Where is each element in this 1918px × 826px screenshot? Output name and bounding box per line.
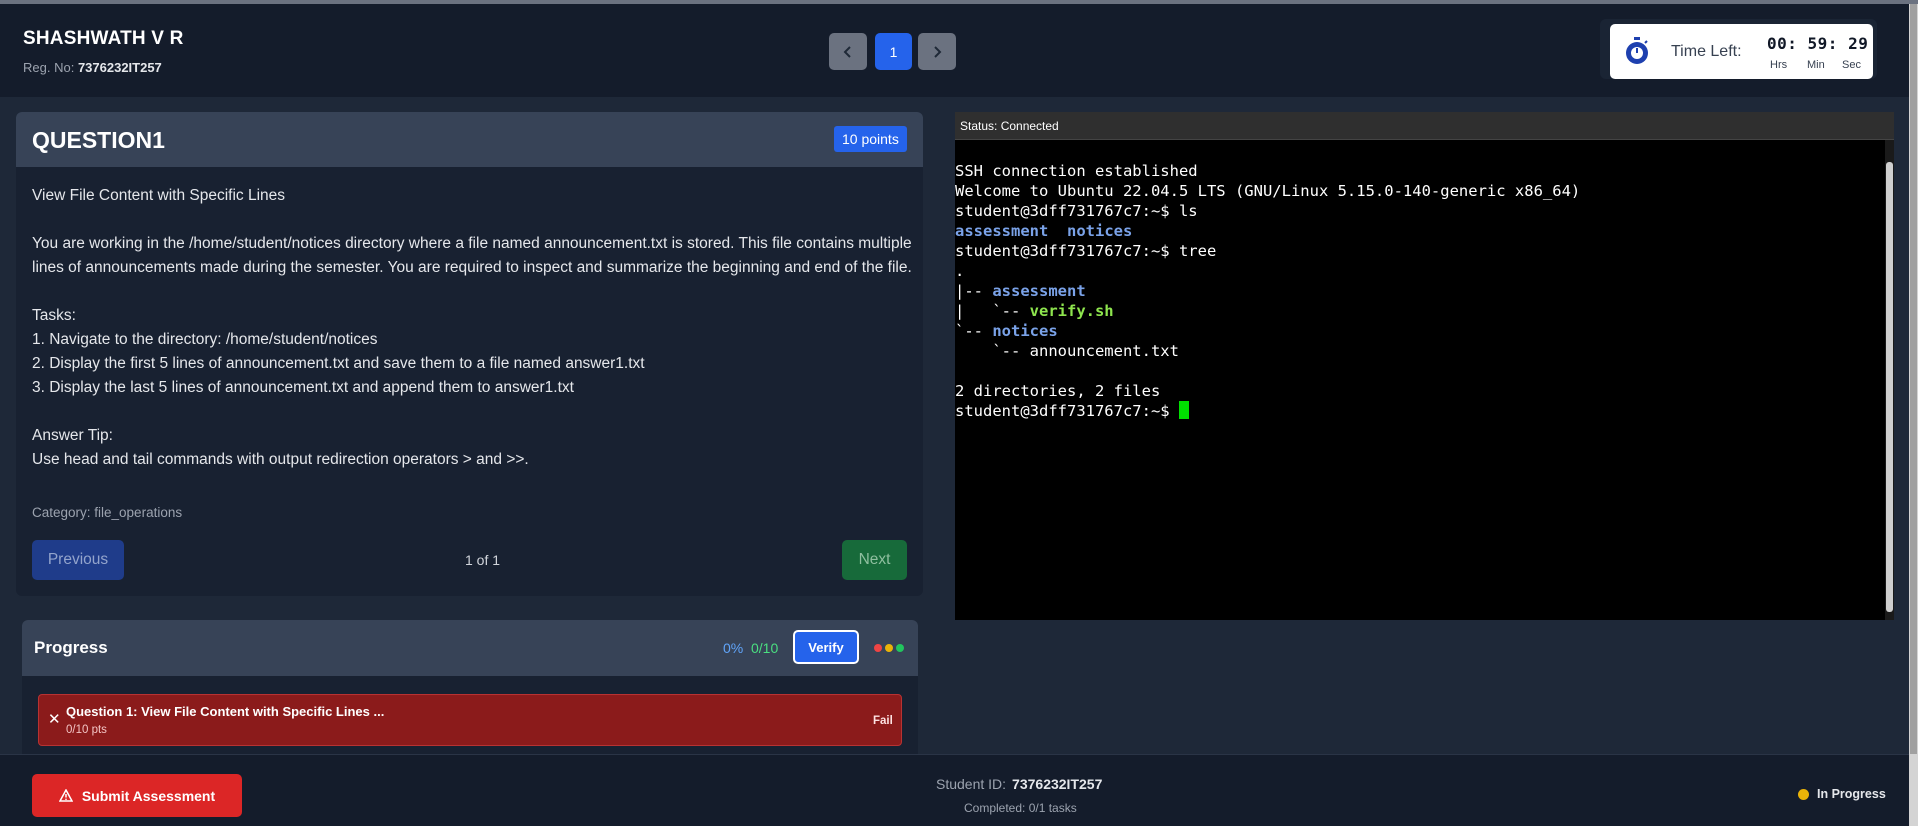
question-line: Tasks: — [32, 307, 76, 324]
status-dot-green — [896, 644, 904, 652]
terminal-text: student@3dff731767c7:~$ ls — [955, 202, 1198, 220]
task-status: Fail — [873, 715, 893, 727]
terminal-output[interactable]: SSH connection established Welcome to Ubu… — [955, 161, 1580, 421]
question-panel: QUESTION1 10 points View File Content wi… — [16, 112, 923, 596]
time-left-label: Time Left: — [1671, 43, 1742, 60]
time-left-value: 00: 59: 29 — [1767, 34, 1869, 53]
question-line: View File Content with Specific Lines — [32, 187, 286, 204]
terminal-scrollbar-thumb[interactable] — [1886, 162, 1893, 612]
status-dot-red — [874, 644, 882, 652]
previous-button[interactable]: Previous — [32, 540, 124, 580]
completed-tasks: Completed: 0/1 tasks — [964, 801, 1077, 815]
chevron-left-icon — [843, 45, 851, 58]
terminal-line: student@3dff731767c7:~$ — [955, 401, 1580, 421]
assessment-status: In Progress — [1817, 787, 1886, 801]
terminal-line: `-- notices — [955, 321, 1580, 341]
fail-x-icon: ✕ — [48, 711, 61, 728]
terminal-text: `-- announcement.txt — [955, 342, 1179, 360]
terminal-text: assessment — [955, 222, 1049, 240]
task-result-row[interactable]: ✕ Question 1: View File Content with Spe… — [38, 694, 902, 746]
terminal-text: . — [955, 262, 965, 280]
question-category: Category: file_operations — [32, 505, 183, 520]
terminal-text: Welcome to Ubuntu 22.04.5 LTS (GNU/Linux… — [955, 182, 1581, 200]
seconds-unit: Sec — [1842, 59, 1861, 71]
question-page-button[interactable]: 1 — [875, 33, 912, 70]
task-points: 0/10 pts — [66, 724, 107, 736]
terminal-line: assessment notices — [955, 221, 1580, 241]
question-header: QUESTION1 10 points — [16, 112, 923, 167]
question-line: 3. Display the last 5 lines of announcem… — [32, 379, 574, 396]
footer-bar: Submit Assessment Student ID: 7376232IT25… — [0, 754, 1909, 826]
points-badge: 10 points — [834, 126, 907, 152]
stopwatch-icon — [1626, 37, 1648, 64]
question-line — [32, 400, 912, 424]
next-question-button[interactable] — [918, 33, 956, 70]
terminal-text: |-- — [955, 282, 993, 300]
reg-label: Reg. No: — [23, 60, 75, 75]
question-line — [32, 280, 912, 304]
question-line: Use head and tail commands with output r… — [32, 451, 529, 468]
submit-label: Submit Assessment — [81, 787, 216, 804]
progress-title: Progress — [34, 638, 108, 657]
question-title: QUESTION1 — [32, 127, 165, 153]
student-id: Student ID: 7376232IT257 — [936, 776, 1102, 792]
terminal-line: student@3dff731767c7:~$ ls — [955, 201, 1580, 221]
timer-card: Time Left: 00: 59: 29 Hrs Min Sec — [1610, 24, 1873, 79]
terminal-line: SSH connection established — [955, 161, 1580, 181]
terminal-scrollbar[interactable] — [1885, 140, 1894, 620]
status-dot-yellow — [885, 644, 893, 652]
submit-assessment-button[interactable]: Submit Assessment — [32, 774, 242, 817]
prev-question-button[interactable] — [829, 33, 867, 70]
progress-panel: Progress 0% 0/10 Verify ✕ Question 1: Vi… — [22, 620, 918, 755]
progress-header: Progress 0% 0/10 Verify — [22, 620, 918, 676]
student-id-label: Student ID: — [936, 776, 1007, 792]
terminal-text: notices — [1067, 222, 1133, 240]
chevron-right-icon — [934, 45, 942, 58]
question-line: Answer Tip: — [32, 427, 113, 444]
terminal-text: 2 directories, 2 files — [955, 382, 1161, 400]
terminal-line: 2 directories, 2 files — [955, 381, 1580, 401]
question-line: You are working in the /home/student/not… — [32, 235, 912, 276]
minutes-unit: Min — [1807, 59, 1825, 71]
terminal-line: `-- announcement.txt — [955, 341, 1580, 361]
warning-icon — [58, 789, 73, 802]
question-line: 2. Display the first 5 lines of announce… — [32, 355, 645, 372]
question-line: 1. Navigate to the directory: /home/stud… — [32, 331, 378, 348]
page-scrollbar-thumb[interactable] — [1910, 4, 1917, 754]
task-title: Question 1: View File Content with Speci… — [66, 704, 385, 719]
terminal-line: student@3dff731767c7:~$ tree — [955, 241, 1580, 261]
question-line — [32, 208, 912, 232]
terminal-cursor — [1178, 401, 1189, 419]
terminal-text: SSH connection established — [955, 162, 1198, 180]
next-button[interactable]: Next — [842, 540, 907, 580]
reg-value: 7376232IT257 — [77, 60, 162, 75]
terminal-text: `-- — [955, 322, 993, 340]
terminal-line: | `-- verify.sh — [955, 301, 1580, 321]
terminal-text: assessment — [992, 282, 1086, 300]
terminal-text: student@3dff731767c7:~$ tree — [955, 242, 1217, 260]
progress-percent: 0% — [723, 640, 744, 656]
terminal-text: notices — [992, 322, 1058, 340]
verify-button[interactable]: Verify — [793, 630, 859, 664]
terminal-text: verify.sh — [1029, 302, 1114, 320]
student-id-value: 7376232IT257 — [1012, 776, 1103, 792]
terminal-line: |-- assessment — [955, 281, 1580, 301]
ssh-terminal[interactable]: Status: Connected SSH connection establi… — [955, 112, 1894, 620]
in-progress-dot — [1798, 789, 1809, 800]
terminal-status-bar: Status: Connected — [955, 112, 1894, 140]
hours-unit: Hrs — [1770, 59, 1788, 71]
terminal-line: . — [955, 261, 1580, 281]
question-description: View File Content with Specific Lines You… — [32, 184, 912, 472]
terminal-line: Welcome to Ubuntu 22.04.5 LTS (GNU/Linux… — [955, 181, 1580, 201]
connection-status: Status: Connected — [960, 119, 1059, 133]
terminal-text: | `-- — [955, 302, 1030, 320]
progress-score: 0/10 — [751, 640, 779, 656]
question-pager: 1 of 1 — [465, 552, 501, 568]
student-name: SHASHWATH V R — [23, 28, 184, 49]
terminal-text: student@3dff731767c7:~$ — [955, 402, 1179, 420]
registration-number: Reg. No: 7376232IT257 — [23, 60, 162, 75]
page-scrollbar[interactable] — [1909, 4, 1918, 826]
